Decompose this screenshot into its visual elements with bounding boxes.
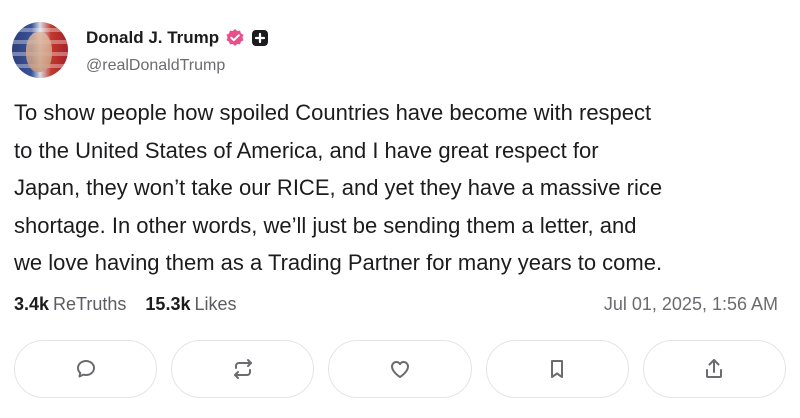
likes-stat[interactable]: 15.3k Likes (145, 294, 236, 315)
likes-label: Likes (194, 294, 237, 314)
retruths-count: 3.4k (14, 294, 50, 314)
reply-button[interactable] (14, 340, 158, 398)
bookmark-icon (551, 360, 564, 378)
repost-icon (233, 359, 252, 379)
name-row: Donald J. Trump (86, 28, 269, 48)
retruths-stat[interactable]: 3.4k ReTruths (14, 294, 126, 315)
share-icon (706, 359, 723, 378)
avatar[interactable] (12, 22, 68, 78)
retruths-label: ReTruths (53, 294, 127, 314)
likes-count: 15.3k (145, 294, 191, 314)
share-button[interactable] (642, 340, 787, 398)
action-bar (14, 340, 787, 398)
bookmark-button[interactable] (485, 340, 629, 398)
timestamp[interactable]: Jul 01, 2025, 1:56 AM (604, 294, 778, 315)
handle[interactable]: @realDonaldTrump (86, 57, 225, 75)
heart-icon (391, 361, 409, 378)
verified-badge-icon (225, 28, 245, 48)
comment-icon (76, 360, 95, 378)
post-text: To show people how spoiled Countries hav… (14, 100, 663, 275)
post-header: Donald J. Trump @realDonaldTrump (12, 22, 532, 84)
plus-square-icon (251, 29, 269, 47)
retruth-button[interactable] (171, 340, 315, 398)
post-stats: 3.4k ReTruths 15.3k Likes Jul 01, 2025, 1:… (14, 294, 786, 318)
like-button[interactable] (328, 340, 472, 398)
display-name[interactable]: Donald J. Trump (86, 28, 219, 48)
